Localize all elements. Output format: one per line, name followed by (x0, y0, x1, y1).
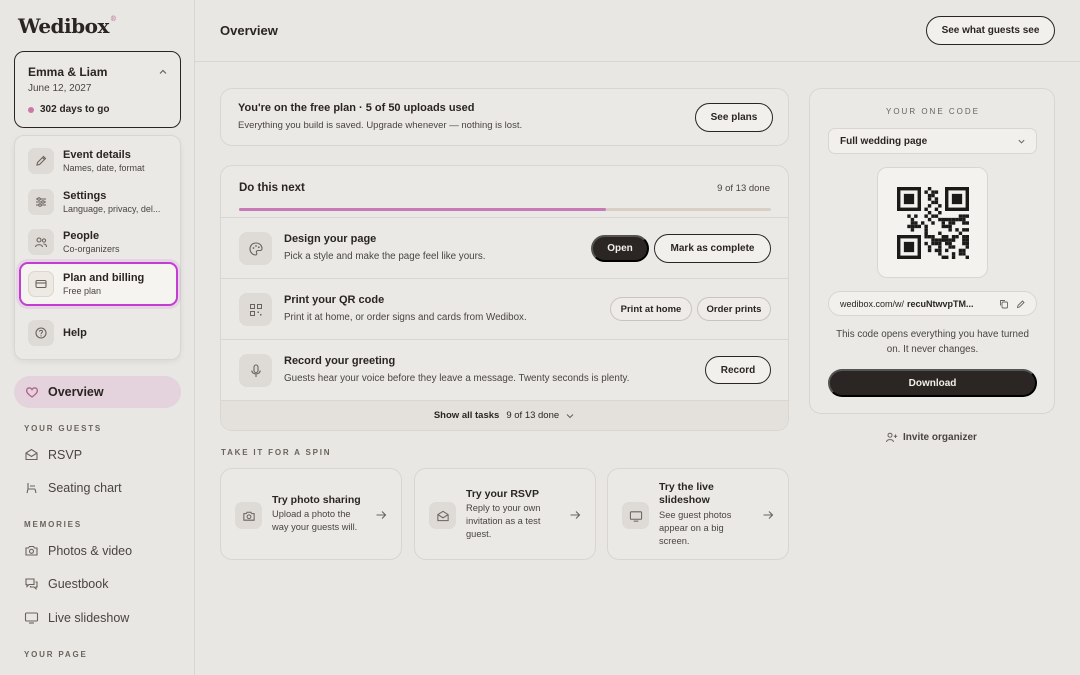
plan-banner: You're on the free plan · 5 of 50 upload… (220, 88, 789, 146)
order-prints-button[interactable]: Order prints (697, 297, 771, 321)
tasks-progress-bar (239, 208, 771, 211)
edit-icon[interactable] (1016, 299, 1026, 309)
code-url: wedibox.com/w/recuNtwvpTM... (828, 291, 1037, 316)
task-description: Pick a style and make the page feel like… (284, 251, 486, 262)
copy-icon[interactable] (999, 299, 1009, 309)
nav-overview[interactable]: Overview (14, 376, 181, 408)
task-description: Guests hear your voice before they leave… (284, 373, 630, 384)
task-design-page: Design your page Pick a style and make t… (221, 217, 788, 278)
code-label: YOUR ONE CODE (885, 107, 980, 116)
brand-logo[interactable]: Wedibox® (18, 14, 117, 38)
spin-heading: TAKE IT FOR A SPIN (221, 448, 332, 457)
camera-icon (235, 502, 262, 529)
monitor-icon (622, 502, 649, 529)
open-button[interactable]: Open (591, 235, 649, 262)
nav-live-slideshow[interactable]: Live slideshow (24, 610, 129, 625)
menu-item-settings[interactable]: Settings Language, privacy, del... (21, 183, 176, 221)
pen-icon (28, 148, 54, 174)
monitor-icon (24, 610, 39, 625)
arrow-right-icon (569, 509, 581, 521)
people-icon (28, 229, 54, 255)
menu-item-help[interactable]: Help (21, 314, 176, 352)
code-target-select[interactable]: Full wedding page (828, 128, 1037, 154)
event-date: June 12, 2027 (28, 83, 92, 94)
countdown-dot (28, 107, 34, 113)
chevron-down-icon (565, 411, 575, 421)
invite-organizer-link[interactable]: Invite organizer (885, 431, 977, 444)
code-note: This code opens everything you have turn… (836, 329, 1029, 355)
qr-code (877, 167, 988, 278)
plan-status: You're on the free plan · 5 of 50 upload… (238, 102, 475, 114)
sidebar: Wedibox® Emma & Liam June 12, 2027 302 d… (0, 0, 195, 675)
event-countdown: 302 days to go (40, 104, 110, 115)
try-live-slideshow-card[interactable]: Try the live slideshow See guest photos … (607, 468, 789, 560)
section-your-page: YOUR PAGE (24, 650, 88, 659)
arrow-right-icon (762, 509, 774, 521)
card-icon (28, 271, 54, 297)
see-plans-button[interactable]: See plans (695, 103, 773, 132)
event-names: Emma & Liam (28, 65, 108, 79)
download-button[interactable]: Download (828, 369, 1037, 397)
help-icon (28, 320, 54, 346)
nav-guestbook[interactable]: Guestbook (24, 576, 108, 591)
nav-photos-video[interactable]: Photos & video (24, 543, 132, 558)
task-print-qr: Print your QR code Print it at home, or … (221, 278, 788, 339)
try-photo-sharing-card[interactable]: Try photo sharing Upload a photo the way… (220, 468, 402, 560)
menu-item-event-details[interactable]: Event details Names, date, format (21, 142, 176, 180)
page-title: Overview (220, 23, 278, 38)
chevron-down-icon (1017, 137, 1026, 146)
chevron-up-icon (158, 67, 168, 77)
menu-item-plan-billing[interactable]: Plan and billing Free plan (19, 262, 178, 306)
chat-icon (24, 576, 39, 591)
record-button[interactable]: Record (705, 356, 771, 384)
task-title: Print your QR code (284, 294, 385, 306)
envelope-icon (24, 447, 39, 462)
add-person-icon (885, 431, 898, 444)
camera-icon (24, 543, 39, 558)
heart-icon (25, 385, 39, 399)
menu-item-people[interactable]: People Co-organizers (21, 223, 176, 261)
task-description: Print it at home, or order signs and car… (284, 312, 527, 323)
event-switcher[interactable]: Emma & Liam June 12, 2027 302 days to go (14, 51, 181, 128)
envelope-icon (429, 502, 456, 529)
plan-description: Everything you build is saved. Upgrade w… (238, 120, 523, 131)
print-at-home-button[interactable]: Print at home (610, 297, 692, 321)
task-title: Design your page (284, 233, 377, 245)
tasks-progress-fill (239, 208, 607, 211)
microphone-icon (239, 354, 272, 387)
tasks-heading: Do this next (239, 182, 305, 194)
qr-icon (239, 293, 272, 326)
one-code-card: YOUR ONE CODE Full wedding page wedibox.… (809, 88, 1055, 414)
nav-seating-chart[interactable]: Seating chart (24, 480, 122, 495)
section-your-guests: YOUR GUESTS (24, 424, 103, 433)
try-rsvp-card[interactable]: Try your RSVP Reply to your own invitati… (414, 468, 596, 560)
tasks-card: Do this next 9 of 13 done Design your pa… (220, 165, 789, 431)
mark-complete-button[interactable]: Mark as complete (654, 234, 771, 263)
sliders-icon (28, 189, 54, 215)
task-record-greeting: Record your greeting Guests hear your vo… (221, 339, 788, 400)
event-menu: Event details Names, date, format Setting… (14, 135, 181, 360)
see-guest-view-button[interactable]: See what guests see (926, 16, 1055, 45)
nav-rsvp[interactable]: RSVP (24, 447, 82, 462)
page-header: Overview See what guests see (195, 0, 1080, 62)
qr-code-image (896, 186, 969, 259)
palette-icon (239, 232, 272, 265)
tasks-count: 9 of 13 done (717, 183, 770, 194)
seating-icon (24, 480, 39, 495)
arrow-right-icon (375, 509, 387, 521)
task-title: Record your greeting (284, 355, 396, 367)
section-memories: MEMORIES (24, 520, 82, 529)
show-all-tasks-button[interactable]: Show all tasks 9 of 13 done (221, 400, 788, 430)
